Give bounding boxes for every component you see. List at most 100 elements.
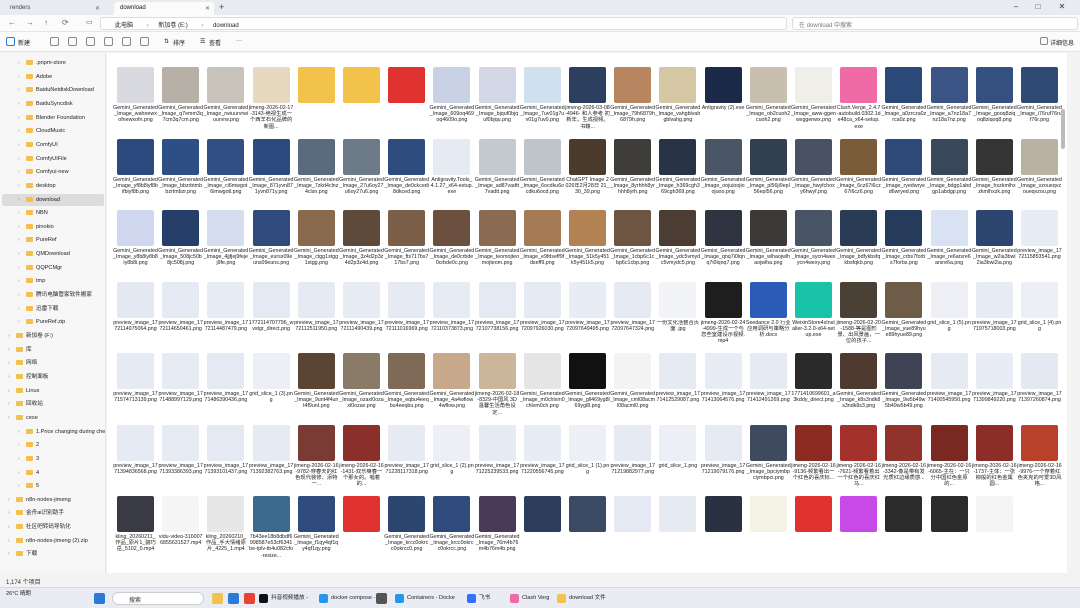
more-button[interactable]: ··· <box>236 38 242 44</box>
file-item[interactable]: Gemini_Generated_Image_wahnewxofnewxofn.… <box>113 65 158 135</box>
file-item[interactable]: Gemini_Generated_Image_871yvn871yvn871y.… <box>249 137 294 207</box>
close-window-icon[interactable]: ✕ <box>1054 2 1070 11</box>
sidebar-item[interactable]: › .pnpm-store <box>2 57 104 69</box>
file-item[interactable]: Gemini_Generated_Image_de0crbde0crbde0c.… <box>429 208 474 278</box>
file-item[interactable]: Gemini_Generated_Image_k8s3ndk8s3ndk8s3.… <box>836 351 881 421</box>
tab-download[interactable]: download ✕ <box>114 2 214 15</box>
sidebar-item[interactable]: › 下载 <box>2 548 104 560</box>
file-item[interactable]: Gemini_Generated_Image_7zkd4clnz4clsn.pn… <box>294 137 339 207</box>
file-item[interactable]: preview_image_1772107738156.png <box>475 280 520 350</box>
chevron-right-icon[interactable]: › <box>8 385 10 397</box>
file-item[interactable]: Gemini_Generated_Image_bdgp1abdgp1abdgp.… <box>927 137 972 207</box>
file-item[interactable]: Gemini_Generated_Image_pl56ji9epl56epl56… <box>746 137 791 207</box>
sidebar-item[interactable]: › n8n-nodes-jimeng <box>2 494 104 506</box>
file-item[interactable]: Gemini_Generated_Image_4jjfjej9fejej9fe.… <box>203 208 248 278</box>
file-item[interactable] <box>927 494 972 564</box>
chevron-right-icon[interactable]: › <box>8 344 10 356</box>
file-item[interactable]: Gemini_Generated_Image_e9fdseff9fdseff9.… <box>520 208 565 278</box>
chevron-right-icon[interactable]: › <box>18 453 20 465</box>
sidebar-item[interactable]: › 金舟ai识别助手 <box>2 507 104 519</box>
file-item[interactable]: Gemini_Generated_Image_yue89hyue89hyue89… <box>881 280 926 350</box>
file-item[interactable]: jimeng-2026-03-08-4946- 和人参考 初新年，生成视频。书籍… <box>565 65 610 135</box>
file-item[interactable] <box>836 494 881 564</box>
file-item[interactable]: Gemini_Generated_Image_ctgg1stgg1stgg.pn… <box>294 208 339 278</box>
file-item[interactable]: Gemini_Generated_Image_609oq469oq4609o.p… <box>429 65 474 135</box>
file-item[interactable] <box>339 65 384 135</box>
file-item[interactable]: preview_image_1772097649495.png <box>565 280 610 350</box>
file-explorer-icon[interactable] <box>212 593 223 604</box>
forward-icon[interactable]: → <box>26 18 34 27</box>
file-item[interactable]: Gemini_Generated_Image_cml08acml08acml0.… <box>610 351 655 421</box>
file-item[interactable]: Gemini_Generated_Image_fts717bs717bs7.pn… <box>384 208 429 278</box>
file-item[interactable] <box>294 65 339 135</box>
file-item[interactable]: preview_image_1772114650461.png <box>158 280 203 350</box>
file-item[interactable]: Gemini_Generated_Image_9w5b49w5b49w5b49.… <box>881 351 926 421</box>
chevron-right-icon[interactable]: › <box>18 316 20 328</box>
chevron-right-icon[interactable]: › <box>18 262 20 274</box>
file-item[interactable]: Gemini_Generated_Image_wlhaojwlhaojwlha.… <box>746 208 791 278</box>
file-item[interactable]: Gemini_Generated_Image_rwiuurvrwiuurvrw.… <box>203 65 248 135</box>
tab-renders[interactable]: renders ✕ <box>4 2 104 15</box>
minimize-icon[interactable]: – <box>1008 2 1024 11</box>
sidebar-item[interactable]: › 4 <box>2 467 104 479</box>
file-item[interactable]: Gemini_Generated_Image_bpciymbpciymbpci.… <box>746 423 791 493</box>
file-item[interactable]: grid_slice_1.png <box>655 423 700 493</box>
delete-icon[interactable] <box>140 37 149 46</box>
chevron-right-icon[interactable]: › <box>18 303 20 315</box>
new-tab-button[interactable]: + <box>216 2 232 15</box>
file-item[interactable]: Gemini_Generated_Image_i76ruf76ruf76r.pn… <box>1017 65 1062 135</box>
breadcrumb-computer[interactable]: 此电脑 <box>115 23 133 29</box>
file-item[interactable]: Gemini_Generated_Image_bbzrbtmbbzrtmbzr.… <box>158 137 203 207</box>
new-button[interactable]: 新建 <box>18 38 30 47</box>
file-item[interactable] <box>565 494 610 564</box>
file-item[interactable]: grid_slice_1 (1).png <box>565 423 610 493</box>
start-icon[interactable] <box>94 593 105 604</box>
file-item[interactable]: preview_image_1772114487479.png <box>203 280 248 350</box>
chevron-right-icon[interactable]: › <box>18 289 20 301</box>
sidebar-item[interactable]: › 3 <box>2 453 104 465</box>
chevron-right-icon[interactable]: › <box>18 98 20 110</box>
sidebar-item[interactable]: › 新加卷 (F:) <box>2 330 104 342</box>
refresh-icon[interactable]: ⟳ <box>62 18 69 27</box>
file-item[interactable]: Gemini_Generated_Image_1cbp6c1cbp6c1cbp.… <box>610 208 655 278</box>
file-item[interactable]: Gemini_Generated_Image_gll469yg8l69yg8l.… <box>565 351 610 421</box>
file-item[interactable]: preview_image_1771219882977.png <box>610 423 655 493</box>
file-item[interactable]: ChatGPT Image 2026年2月28日 21_30_39.png <box>565 137 610 207</box>
sidebar-item[interactable]: › Blender Foundation <box>2 112 104 124</box>
sidebar-item[interactable]: › 1.Price changing during check <box>2 426 105 438</box>
file-item[interactable]: 一份文化活整合页面 .jpg <box>655 280 700 350</box>
file-item[interactable]: Gemini_Generated_Image_bdfykbsfqkbsfqkb.… <box>836 208 881 278</box>
file-item[interactable] <box>701 494 746 564</box>
file-item[interactable]: grid_slice_1 (2).png <box>429 423 474 493</box>
file-item[interactable]: preview_image_1772097926030.png <box>520 280 565 350</box>
sidebar-item[interactable]: › 控制面板 <box>2 371 104 383</box>
file-item[interactable]: preview_image_1772114975064.png <box>113 280 158 350</box>
file-item[interactable]: vidu-video-3160076855631527.mp4 <box>158 494 203 564</box>
sidebar-item[interactable]: › NBN <box>2 207 104 219</box>
chevron-right-icon[interactable]: › <box>18 207 20 219</box>
file-item[interactable]: WeixinStore4xInstaller-3.2.0-x64-setup.e… <box>791 280 836 350</box>
edge-icon[interactable] <box>228 593 239 604</box>
file-item[interactable]: grid_slice_1 (4).png <box>1017 280 1062 350</box>
sidebar-item[interactable]: › Comfyui-new <box>2 166 104 178</box>
file-item[interactable]: jimeng-2026-02-16-7621-频繁看着出一个红色的喜庆红马... <box>836 423 881 493</box>
file-item[interactable]: Gemini_Generated_Image_gooq8ziqoq8ziqoq8… <box>972 65 1017 135</box>
address-bar[interactable]: 此电脑 › 新加卷 (E:) › download <box>100 17 787 30</box>
chevron-right-icon[interactable]: › <box>18 125 20 137</box>
sidebar-item[interactable]: › ComfyUI <box>2 139 104 151</box>
weather-icon[interactable]: 26°C 晴朗 <box>6 591 46 598</box>
new-icon[interactable] <box>6 37 15 46</box>
chevron-right-icon[interactable]: › <box>18 71 20 83</box>
sidebar-item[interactable]: › pinokio <box>2 221 104 233</box>
file-item[interactable]: preview_image_1771413064576.png <box>701 351 746 421</box>
chevron-right-icon[interactable]: › <box>18 112 20 124</box>
sidebar-item[interactable]: › desktop <box>2 180 104 192</box>
file-item[interactable]: preview_image_1772115853541.png <box>1017 208 1062 278</box>
file-item[interactable]: Gemini_Generated_Image_f1qy4qf1qy4qf1qy.… <box>294 494 339 564</box>
file-item[interactable]: preview_image_1772111016969.png <box>384 280 429 350</box>
paste-icon[interactable] <box>86 37 95 46</box>
chevron-right-icon[interactable]: › <box>8 398 10 410</box>
file-item[interactable]: jimeng-2026-02-16-9136-频繁看出一个红色的喜庆标... <box>791 423 836 493</box>
sidebar-item[interactable]: › 社区吧转码导轨化 <box>2 521 104 533</box>
taskbar-app[interactable]: Containers - Docke <box>394 592 455 605</box>
